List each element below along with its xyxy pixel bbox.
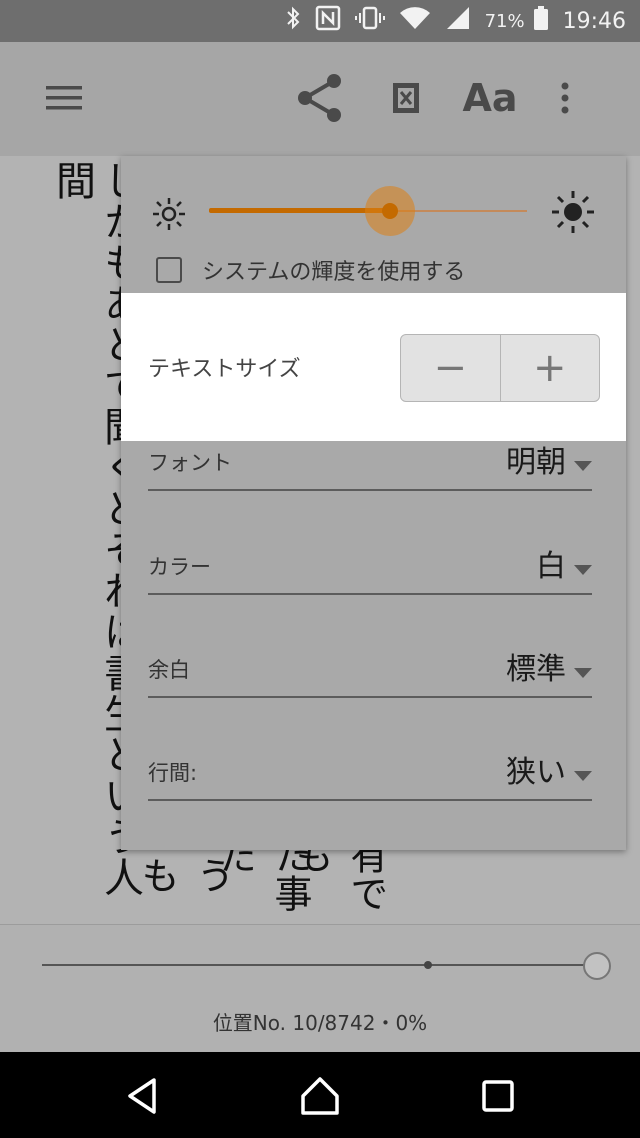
share-icon: [298, 74, 341, 122]
font-dropdown[interactable]: フォント 明朝: [148, 429, 592, 491]
margin-dropdown[interactable]: 余白 標準: [148, 636, 592, 698]
text-size-row: テキストサイズ − +: [121, 293, 626, 441]
color-dropdown[interactable]: カラー 白: [148, 533, 592, 595]
text-size-stepper: − +: [400, 334, 600, 402]
more-button[interactable]: [540, 64, 590, 132]
display-settings-panel: システムの輝度を使用する テキストサイズ − + フォント 明朝 カラー 白 余…: [121, 156, 626, 850]
line-spacing-label: 行間:: [148, 761, 198, 785]
recent-apps-icon[interactable]: [476, 1074, 520, 1118]
brightness-low-icon: [153, 198, 185, 230]
battery-icon: [533, 5, 549, 37]
text-size-label: テキストサイズ: [148, 357, 301, 382]
font-value: 明朝: [506, 445, 566, 480]
signal-icon: [445, 5, 471, 37]
xray-icon: [393, 83, 419, 113]
share-button[interactable]: [284, 62, 356, 134]
progress-knob[interactable]: [583, 952, 611, 980]
home-icon[interactable]: [298, 1074, 342, 1118]
margin-value: 標準: [506, 652, 566, 687]
progress-track[interactable]: [42, 964, 596, 966]
brightness-slider-fill: [209, 208, 391, 213]
status-time: 19:46: [562, 8, 626, 34]
color-value: 白: [536, 549, 566, 584]
system-brightness-label: システムの輝度を使用する: [202, 260, 466, 285]
line-spacing-dropdown[interactable]: 行間: 狭い: [148, 739, 592, 801]
font-label: フォント: [148, 451, 232, 475]
menu-button[interactable]: [30, 64, 98, 132]
back-icon[interactable]: [120, 1074, 164, 1118]
dropdown-caret-icon: [574, 771, 592, 781]
more-icon: [561, 82, 569, 114]
font-settings-button[interactable]: Aa: [456, 64, 524, 132]
wifi-icon: [399, 5, 431, 37]
increase-text-size-button[interactable]: +: [499, 335, 600, 401]
vibrate-icon: [354, 5, 385, 37]
system-navigation-bar: [0, 1052, 640, 1138]
dropdown-caret-icon: [574, 668, 592, 678]
decrease-text-size-button[interactable]: −: [401, 335, 500, 401]
app-toolbar: Aa: [0, 42, 640, 157]
status-bar: 71% 19:46: [0, 0, 640, 42]
system-brightness-option[interactable]: システムの輝度を使用する: [121, 248, 626, 292]
menu-icon: [46, 86, 82, 110]
color-label: カラー: [148, 555, 211, 579]
battery-percent: 71%: [484, 10, 525, 32]
dropdown-caret-icon: [574, 461, 592, 471]
line-spacing-value: 狭い: [506, 755, 566, 790]
xray-button[interactable]: [372, 64, 440, 132]
system-brightness-checkbox[interactable]: [156, 257, 182, 283]
dropdown-caret-icon: [574, 565, 592, 575]
brightness-high-icon: [552, 191, 594, 233]
margin-label: 余白: [148, 658, 190, 682]
location-text: 位置No. 10/8742・0%: [212, 1011, 428, 1035]
progress-marker: [424, 961, 432, 969]
nfc-icon: [315, 5, 341, 37]
bluetooth-icon: [285, 6, 301, 36]
reading-progress-bar: 位置No. 10/8742・0%: [0, 924, 640, 1053]
